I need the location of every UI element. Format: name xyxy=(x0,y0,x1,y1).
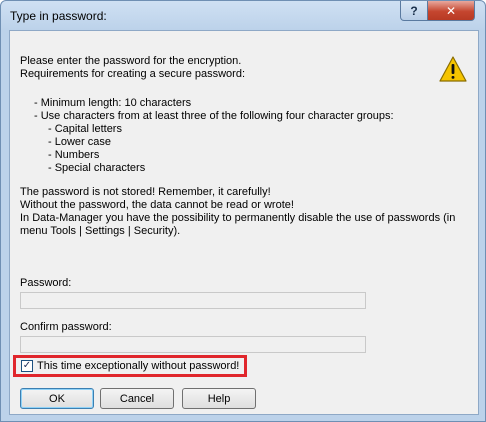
intro-line: Please enter the password for the encryp… xyxy=(20,55,242,67)
note-line: menu Tools | Settings | Security). xyxy=(20,225,181,237)
titlebar-close-button[interactable]: ✕ xyxy=(427,1,475,21)
titlebar-help-button[interactable]: ? xyxy=(400,1,428,21)
intro-text: Please enter the password for the encryp… xyxy=(20,55,245,81)
title-bar[interactable]: Type in password: ? ✕ xyxy=(1,1,485,30)
ok-button[interactable]: OK xyxy=(20,388,94,409)
help-button[interactable]: Help xyxy=(182,388,256,409)
checkmark-icon: ✓ xyxy=(22,360,32,371)
warning-icon xyxy=(439,56,467,82)
requirements-list: - Minimum length: 10 characters - Use ch… xyxy=(34,97,394,123)
requirement-item: - Use characters from at least three of … xyxy=(34,110,394,122)
intro-line: Requirements for creating a secure passw… xyxy=(20,68,245,80)
without-password-checkbox[interactable]: ✓ xyxy=(21,360,33,372)
question-mark-icon: ? xyxy=(410,3,418,18)
note-line: Without the password, the data cannot be… xyxy=(20,199,294,211)
confirm-password-label: Confirm password: xyxy=(20,321,112,333)
password-field[interactable] xyxy=(20,292,366,309)
character-groups-list: - Capital letters - Lower case - Numbers… xyxy=(48,123,145,175)
without-password-option[interactable]: ✓ This time exceptionally without passwo… xyxy=(13,355,247,377)
dialog-body: Please enter the password for the encryp… xyxy=(9,30,479,415)
password-dialog: Type in password: ? ✕ Please enter the p… xyxy=(0,0,486,422)
cancel-button[interactable]: Cancel xyxy=(100,388,174,409)
character-group-item: - Numbers xyxy=(48,149,100,161)
character-group-item: - Capital letters xyxy=(48,123,122,135)
password-label: Password: xyxy=(20,277,72,289)
note-line: The password is not stored! Remember, it… xyxy=(20,186,271,198)
character-group-item: - Special characters xyxy=(48,162,146,174)
confirm-password-field[interactable] xyxy=(20,336,366,353)
character-group-item: - Lower case xyxy=(48,136,111,148)
note-line: In Data-Manager you have the possibility… xyxy=(20,212,456,224)
without-password-label[interactable]: This time exceptionally without password… xyxy=(37,360,239,372)
close-icon: ✕ xyxy=(445,3,457,18)
notes-text: The password is not stored! Remember, it… xyxy=(20,186,455,238)
window-title: Type in password: xyxy=(10,9,107,23)
requirement-item: - Minimum length: 10 characters xyxy=(34,97,192,109)
